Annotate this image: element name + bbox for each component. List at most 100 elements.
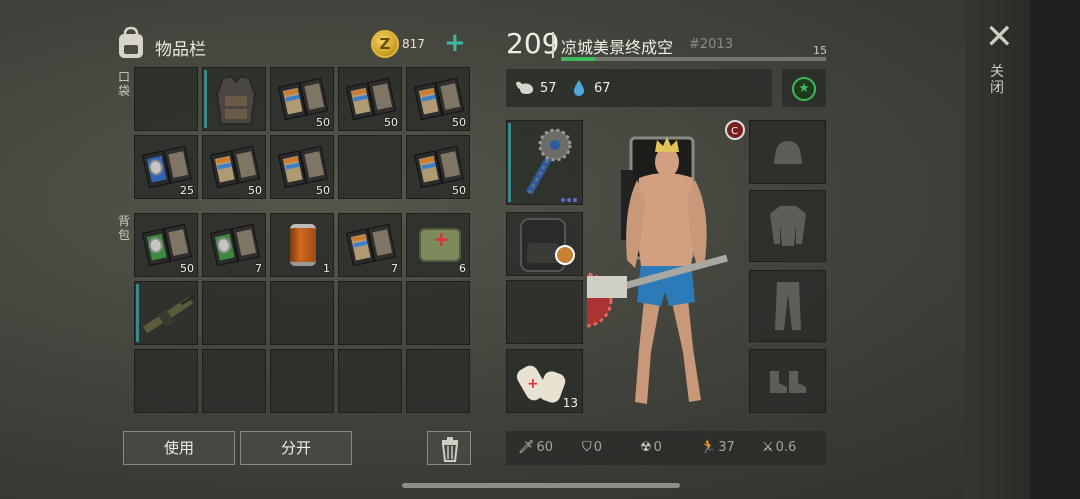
defense-stat: ⛉ 0	[582, 440, 602, 455]
svg-text:+: +	[527, 376, 539, 392]
item-count: 50	[384, 116, 398, 129]
stealth-stat: ⚔ 0.6	[762, 440, 796, 455]
bandage-count: 13	[562, 396, 578, 410]
legs-slot[interactable]	[749, 270, 826, 342]
item-count: 50	[248, 184, 262, 197]
speed-value: 37	[718, 440, 735, 455]
inventory-slot[interactable]	[134, 281, 198, 345]
pants-icon	[774, 282, 801, 330]
trash-button[interactable]	[427, 431, 471, 465]
inventory-slot[interactable]: 50	[202, 135, 266, 199]
skill-book-icon	[345, 77, 397, 121]
player-name: 凉城美景终成空	[561, 38, 674, 57]
weapon-slot[interactable]	[506, 120, 583, 205]
running-icon: 🏃	[700, 440, 717, 455]
coin-icon: Z	[371, 30, 399, 58]
inventory-slot[interactable]: 7	[202, 213, 266, 277]
inventory-slot[interactable]: 50	[270, 135, 334, 199]
radiation-icon: ☢	[640, 440, 652, 455]
inventory-slot[interactable]	[270, 281, 334, 345]
split-button[interactable]: 分开	[240, 431, 352, 465]
xp-label: 15	[813, 44, 827, 57]
item-count: 50	[452, 184, 466, 197]
feet-slot[interactable]	[749, 349, 826, 413]
inventory-slot[interactable]	[338, 135, 402, 199]
trash-icon	[441, 437, 459, 462]
inventory-slot[interactable]	[202, 349, 266, 413]
inventory-slot[interactable]	[406, 349, 470, 413]
skill-book-icon	[141, 223, 193, 267]
rifle-icon	[142, 294, 196, 334]
item-count: 50	[316, 116, 330, 129]
skill-book-icon	[413, 77, 465, 121]
head-slot[interactable]	[749, 120, 826, 184]
item-count: 50	[316, 184, 330, 197]
canned-food-icon	[290, 224, 316, 266]
inventory-slot[interactable]	[202, 281, 266, 345]
skill-book-icon	[141, 145, 193, 189]
inventory-slot[interactable]: 50	[134, 213, 198, 277]
boots-icon	[769, 371, 806, 393]
inventory-slot[interactable]	[338, 349, 402, 413]
add-coins-button[interactable]: +	[444, 28, 466, 58]
inventory-slot[interactable]	[270, 349, 334, 413]
close-button[interactable]: ✕	[985, 20, 1014, 54]
backpack-icon	[119, 26, 143, 58]
attack-value: 60	[536, 440, 554, 455]
character-model: C	[587, 120, 745, 404]
item-count: 50	[180, 262, 194, 275]
home-indicator[interactable]	[402, 483, 680, 488]
inventory-slot[interactable]: 50	[406, 67, 470, 131]
durability-bar	[204, 70, 207, 128]
inventory-title: 物品栏	[155, 40, 206, 60]
water-drop-icon	[573, 80, 585, 96]
radiation-stat: ☢ 0	[640, 440, 662, 455]
coin-count: 817	[402, 37, 425, 51]
xp-bar	[561, 57, 826, 61]
stealth-icon: ⚔	[762, 440, 774, 455]
inventory-slot[interactable]	[134, 67, 198, 131]
inventory-slot[interactable]: 7	[338, 213, 402, 277]
skill-book-icon	[209, 145, 261, 189]
speed-stat: 🏃 37	[700, 440, 735, 455]
food-value: 57	[540, 81, 557, 96]
inventory-slot[interactable]	[406, 281, 470, 345]
inventory-slot[interactable]	[338, 281, 402, 345]
radiation-value: 0	[653, 440, 662, 455]
durability-bar	[136, 284, 139, 342]
close-label[interactable]: 关闭	[990, 64, 1006, 96]
backpack-slot[interactable]	[506, 212, 583, 276]
xp-fill	[561, 57, 596, 61]
melee-offhand-slot[interactable]	[506, 280, 583, 344]
item-count: 1	[323, 262, 330, 275]
skill-book-icon	[413, 145, 465, 189]
medical-slot[interactable]: + 13	[506, 349, 583, 413]
inventory-slot[interactable]	[202, 67, 266, 131]
combat-stats-bar: 🗡 60 ⛉ 0 ☢ 0 🏃 37 ⚔ 0.6	[506, 431, 826, 465]
jacket-icon	[769, 206, 806, 246]
level-divider	[552, 32, 554, 58]
inventory-slot[interactable]: 50	[270, 67, 334, 131]
use-button[interactable]: 使用	[123, 431, 235, 465]
inventory-slot[interactable]: 25	[134, 135, 198, 199]
beanie-icon	[773, 141, 802, 164]
item-count: 6	[459, 262, 466, 275]
player-id: #2013	[689, 37, 733, 52]
skill-book-icon	[277, 77, 329, 121]
inventory-slot[interactable]: 50	[406, 135, 470, 199]
inventory-slot[interactable]	[134, 349, 198, 413]
backpack-item-icon	[520, 218, 575, 272]
item-count: 25	[180, 184, 194, 197]
survival-stats: 57 67	[506, 69, 772, 107]
inventory-slot[interactable]: 50	[338, 67, 402, 131]
sword-icon: 🗡	[518, 440, 535, 455]
inventory-slot[interactable]: 1	[270, 213, 334, 277]
favorite-button[interactable]: ★	[782, 69, 826, 107]
screen-edge	[1030, 0, 1080, 499]
defense-value: 0	[593, 440, 603, 455]
skill-book-icon	[277, 145, 329, 189]
vest-icon	[215, 74, 257, 125]
inventory-slot[interactable]: 6	[406, 213, 470, 277]
skill-book-icon	[345, 223, 397, 267]
torso-slot[interactable]	[749, 190, 826, 262]
